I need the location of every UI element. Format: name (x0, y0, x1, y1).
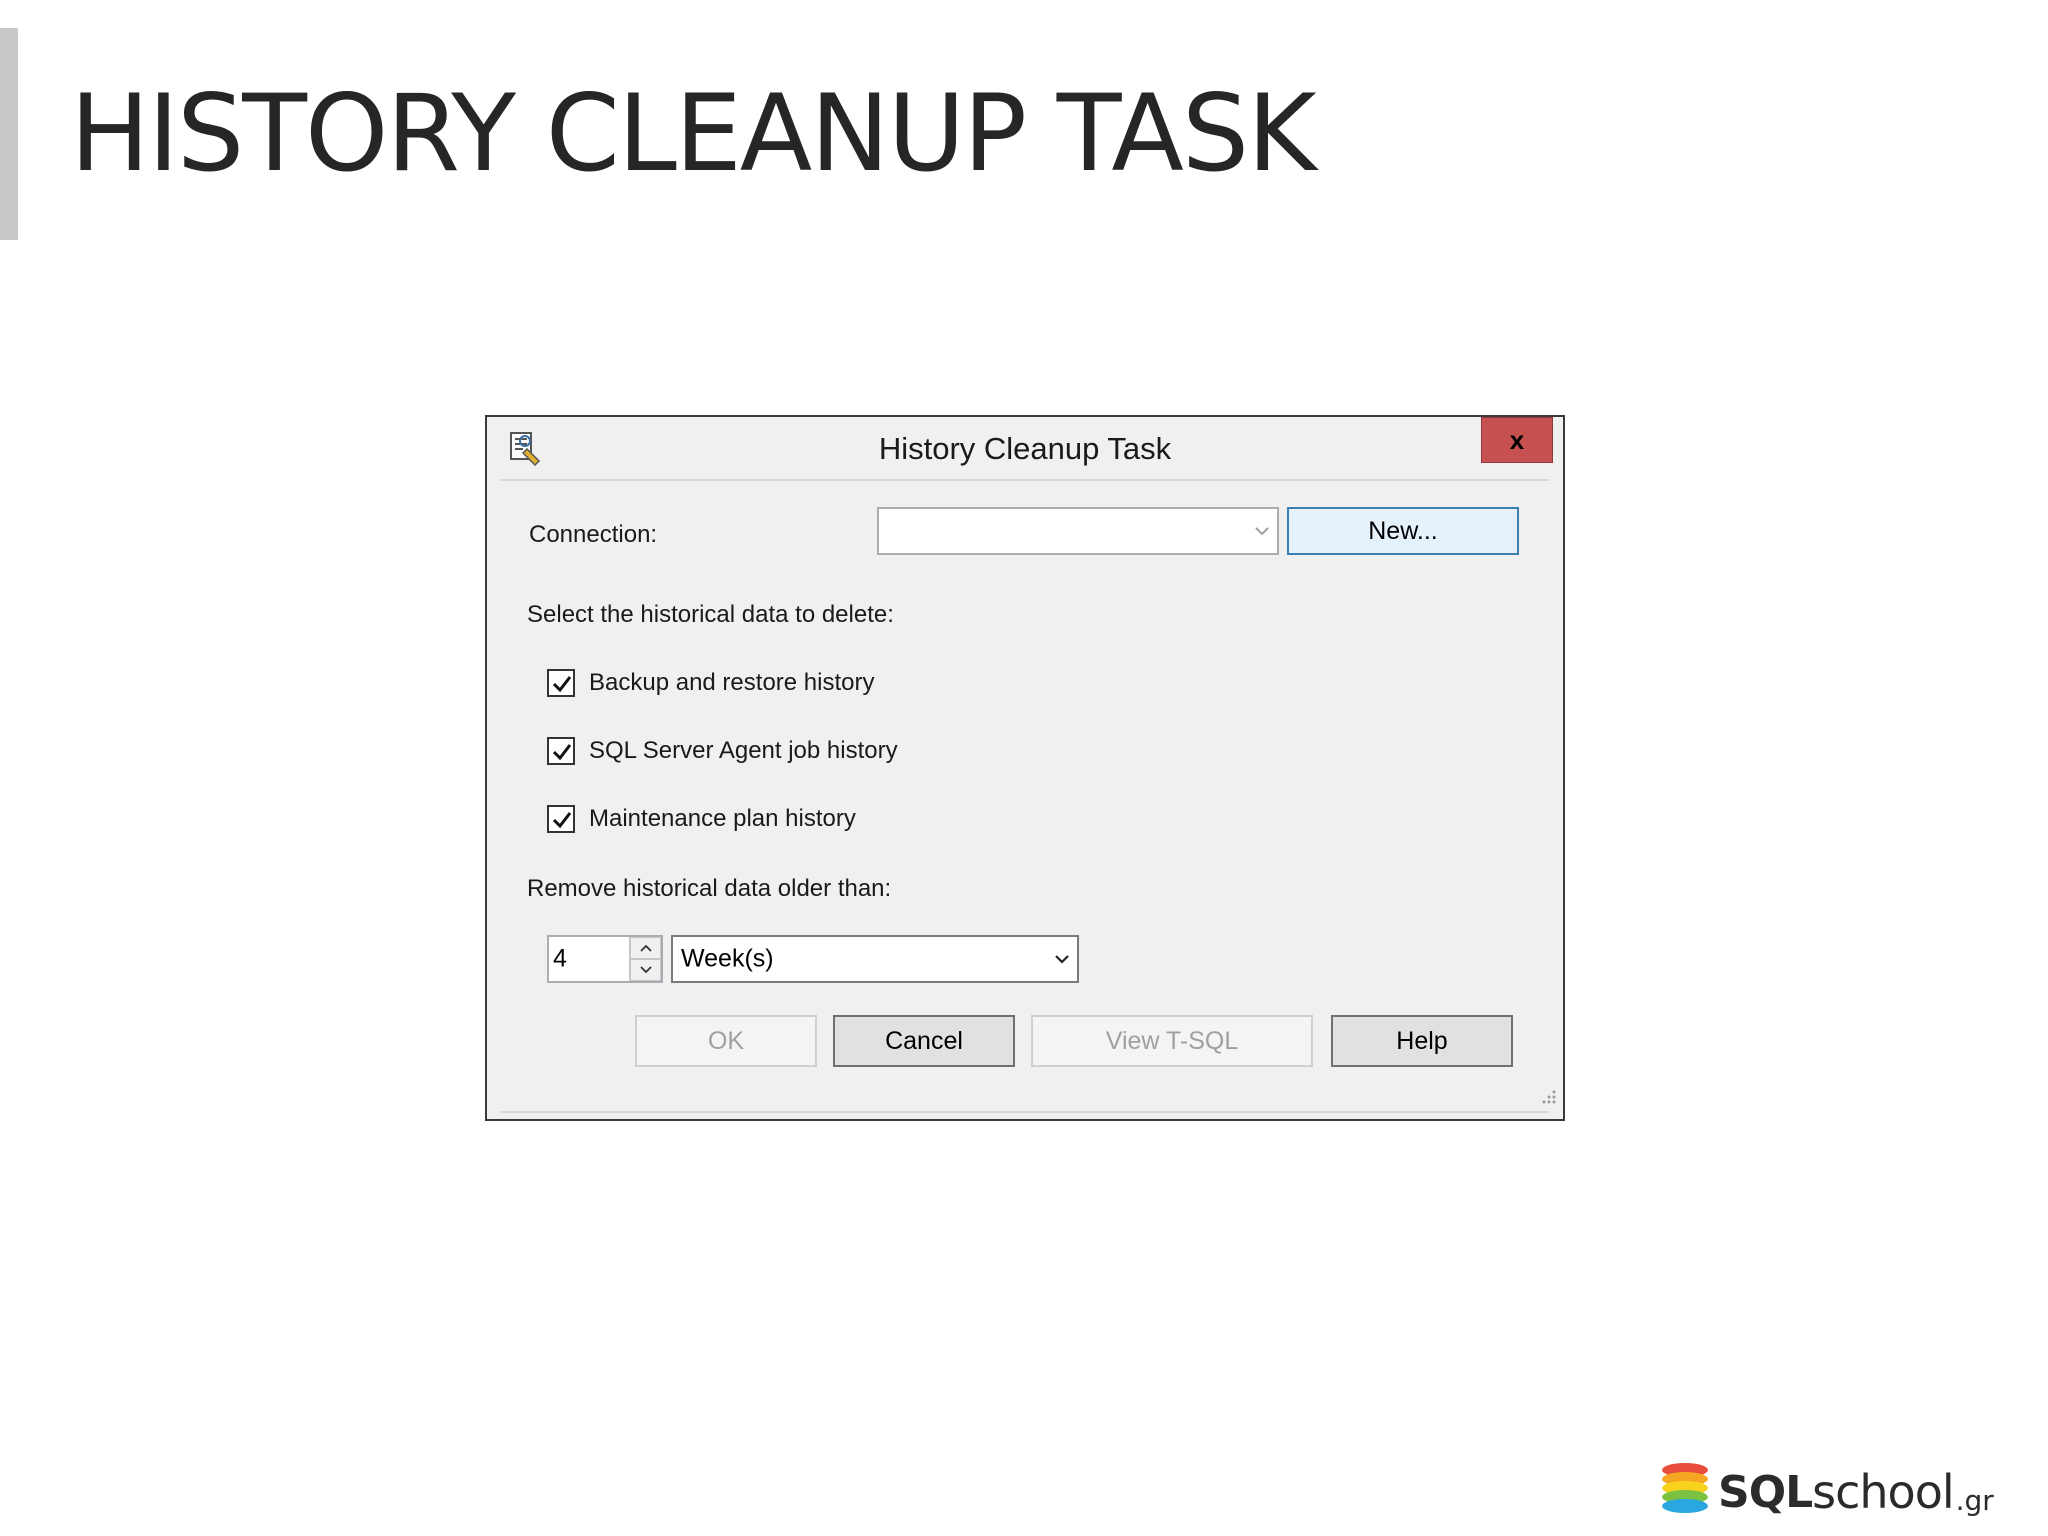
logo-text-gr: .gr (1955, 1484, 1994, 1517)
age-unit-select[interactable]: Week(s) (671, 935, 1079, 983)
chevron-down-icon (639, 966, 652, 974)
cancel-button[interactable]: Cancel (833, 1015, 1015, 1067)
checkbox-backup-restore[interactable] (547, 669, 575, 697)
view-tsql-button[interactable]: View T-SQL (1031, 1015, 1313, 1067)
age-unit-value: Week(s) (681, 944, 774, 973)
bottom-divider (501, 1111, 1549, 1113)
checkbox-maintenance-plan[interactable] (547, 805, 575, 833)
spin-up-button[interactable] (630, 937, 661, 959)
spin-down-button[interactable] (630, 959, 661, 981)
chevron-up-icon (639, 944, 652, 952)
chevron-down-icon (1053, 950, 1071, 968)
checkbox-agent-job[interactable] (547, 737, 575, 765)
logo-database-icon (1662, 1463, 1708, 1515)
dialog-titlebar: History Cleanup Task x (487, 417, 1563, 479)
select-data-label: Select the historical data to delete: (527, 601, 894, 628)
logo-text-sql: SQL (1718, 1467, 1813, 1518)
close-icon: x (1509, 424, 1525, 455)
logo-text-school: school (1812, 1465, 1954, 1519)
slide-title: HISTORY CLEANUP TASK (70, 72, 1317, 195)
chevron-down-icon (1253, 522, 1271, 540)
connection-combo[interactable] (877, 507, 1279, 555)
resize-grip-icon[interactable] (1539, 1087, 1557, 1105)
age-spinner[interactable]: 4 (547, 935, 663, 983)
help-button[interactable]: Help (1331, 1015, 1513, 1067)
close-button[interactable]: x (1481, 417, 1553, 463)
title-divider (501, 479, 1549, 481)
sqlschool-logo: SQL school .gr (1662, 1455, 1994, 1515)
ok-button[interactable]: OK (635, 1015, 817, 1067)
new-connection-button[interactable]: New... (1287, 507, 1519, 555)
agent-job-label: SQL Server Agent job history (589, 737, 898, 764)
history-cleanup-dialog: History Cleanup Task x Connection: New..… (485, 415, 1565, 1121)
spin-buttons (629, 937, 661, 981)
option-backup-restore[interactable]: Backup and restore history (547, 667, 874, 699)
remove-older-label: Remove historical data older than: (527, 875, 892, 902)
option-agent-job[interactable]: SQL Server Agent job history (547, 735, 898, 767)
maintenance-plan-label: Maintenance plan history (589, 805, 856, 832)
option-maintenance-plan[interactable]: Maintenance plan history (547, 803, 856, 835)
dialog-title: History Cleanup Task (878, 431, 1172, 466)
slide-accent-bar (0, 28, 18, 240)
connection-label: Connection: (529, 521, 658, 548)
age-value: 4 (553, 944, 567, 973)
backup-restore-label: Backup and restore history (589, 669, 875, 696)
